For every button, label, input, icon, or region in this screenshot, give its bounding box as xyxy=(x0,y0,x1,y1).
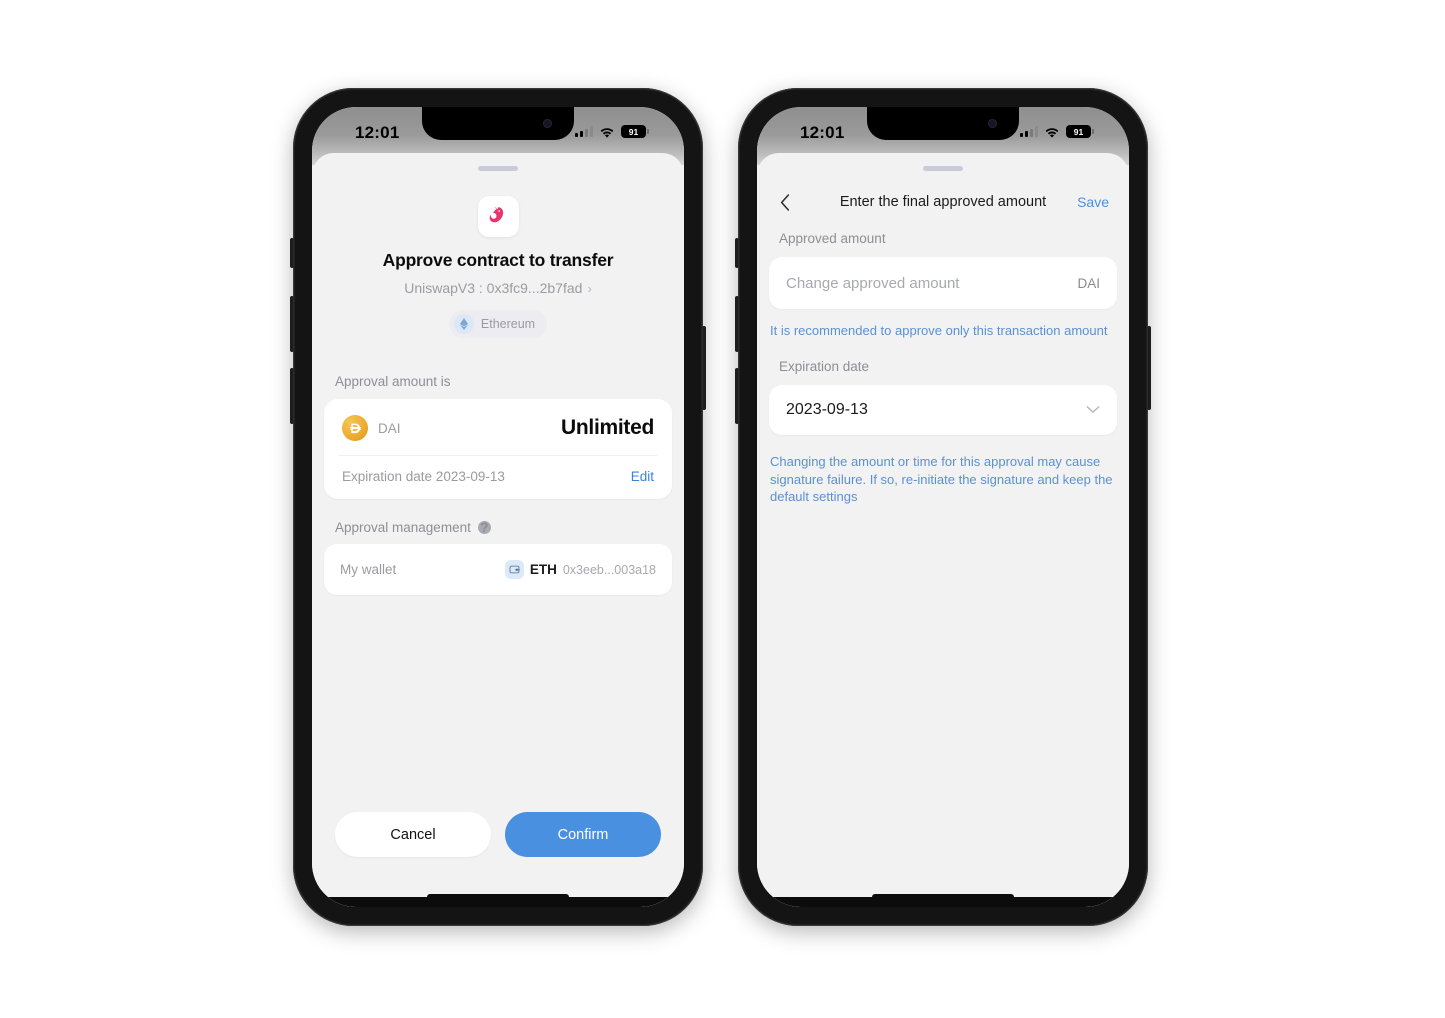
uniswap-logo-icon xyxy=(477,196,519,237)
nav-title: Enter the final approved amount xyxy=(839,194,1047,210)
silent-switch-right[interactable] xyxy=(735,238,739,268)
phone-screen-left: 12:01 91 Approve contract to transfer Un… xyxy=(312,107,684,907)
cancel-button[interactable]: Cancel xyxy=(335,812,491,857)
approval-sheet: Approve contract to transfer UniswapV3 :… xyxy=(312,153,684,907)
approval-amount-label: Approval amount is xyxy=(335,374,451,389)
expiration-date-value: 2023-09-13 xyxy=(786,401,868,419)
volume-down-button-right[interactable] xyxy=(735,368,739,424)
status-time: 12:01 xyxy=(355,123,400,142)
chevron-down-icon xyxy=(1086,401,1100,419)
contract-address: UniswapV3 : 0x3fc9...2b7fad xyxy=(404,280,583,296)
nav-bar: Enter the final approved amount Save xyxy=(769,183,1117,221)
confirm-button[interactable]: Confirm xyxy=(505,812,661,857)
battery-icon: 91 xyxy=(1066,125,1094,138)
network-name: Ethereum xyxy=(480,317,536,331)
status-icons-right: 91 xyxy=(1020,125,1094,138)
ethereum-icon xyxy=(453,314,474,334)
chevron-right-icon: › xyxy=(587,280,592,296)
wifi-icon xyxy=(1044,126,1060,138)
wallet-symbol: ETH xyxy=(529,562,557,577)
wallet-row[interactable]: My wallet ETH 0x3eeb...003a18 xyxy=(324,544,672,595)
wallet-icon xyxy=(504,560,524,579)
expiration-date-select[interactable]: 2023-09-13 xyxy=(769,385,1117,436)
token-row: DAI Unlimited xyxy=(324,399,672,455)
approved-amount-placeholder: Change approved amount xyxy=(786,274,960,292)
volume-up-button[interactable] xyxy=(290,296,294,352)
expiration-row: Expiration date 2023-09-13 Edit xyxy=(324,456,672,499)
wallet-detail: ETH 0x3eeb...003a18 xyxy=(504,560,656,579)
recommend-hint: It is recommended to approve only this t… xyxy=(770,323,1108,338)
signature-warning: Changing the amount or time for this app… xyxy=(770,454,1113,504)
phone-device-left: 12:01 91 Approve contract to transfer Un… xyxy=(290,88,706,926)
status-time-right: 12:01 xyxy=(800,123,845,142)
screenshot-stage: 12:01 91 Approve contract to transfer Un… xyxy=(0,0,1445,1018)
dai-coin-icon xyxy=(342,415,368,441)
phone-screen-right: 12:01 91 Enter the final approved amount… xyxy=(757,107,1129,907)
save-button[interactable]: Save xyxy=(1077,194,1109,210)
network-chip: Ethereum xyxy=(448,310,548,338)
help-circle-icon[interactable]: ? xyxy=(477,521,491,534)
approval-card: DAI Unlimited Expiration date 2023-09-13… xyxy=(324,399,672,499)
wallet-label: My wallet xyxy=(340,562,397,577)
phone-device-right: 12:01 91 Enter the final approved amount… xyxy=(735,88,1151,926)
power-button[interactable] xyxy=(702,326,706,410)
wallet-address: 0x3eeb...003a18 xyxy=(562,562,656,577)
battery-icon: 91 xyxy=(621,125,649,138)
battery-level: 91 xyxy=(628,126,639,137)
volume-up-button-right[interactable] xyxy=(735,296,739,352)
wifi-icon xyxy=(599,126,615,138)
approved-amount-unit: DAI xyxy=(1077,275,1100,291)
front-camera-icon xyxy=(988,119,997,128)
expiration-date-text: Expiration date 2023-09-13 xyxy=(342,469,505,484)
approved-amount-label: Approved amount xyxy=(779,231,886,246)
volume-down-button[interactable] xyxy=(290,368,294,424)
status-icons: 91 xyxy=(575,125,649,138)
notch-right xyxy=(867,107,1019,140)
notch xyxy=(422,107,574,140)
approved-amount-input[interactable]: Change approved amount DAI xyxy=(769,257,1117,309)
cellular-signal-icon xyxy=(575,126,593,137)
home-indicator[interactable] xyxy=(312,897,684,907)
battery-level: 91 xyxy=(1073,126,1084,137)
contract-address-row[interactable]: UniswapV3 : 0x3fc9...2b7fad › xyxy=(324,280,672,296)
page-title: Approve contract to transfer xyxy=(382,250,614,270)
approval-amount-value: Unlimited xyxy=(561,416,654,439)
expiration-date-label: Expiration date xyxy=(779,359,870,375)
power-button-right[interactable] xyxy=(1147,326,1151,410)
silent-switch[interactable] xyxy=(290,238,294,268)
edit-amount-sheet: Enter the final approved amount Save App… xyxy=(757,153,1129,907)
home-indicator-right[interactable] xyxy=(757,897,1129,907)
approval-management-label-row: Approval management ? xyxy=(335,520,672,535)
action-buttons: Cancel Confirm xyxy=(324,812,672,907)
token-symbol: DAI xyxy=(378,420,401,436)
cellular-signal-icon xyxy=(1020,126,1038,137)
chevron-left-icon[interactable] xyxy=(775,192,795,212)
front-camera-icon xyxy=(543,119,552,128)
edit-button[interactable]: Edit xyxy=(631,469,654,484)
approval-management-label: Approval management xyxy=(335,520,471,535)
